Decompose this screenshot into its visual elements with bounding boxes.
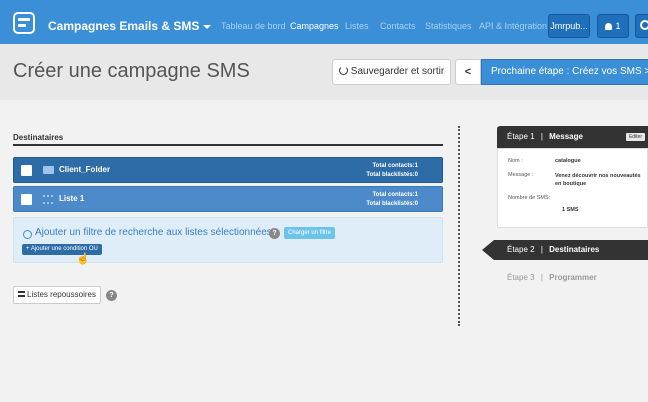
step-2-number: Étape 2 xyxy=(507,245,535,254)
search-icon xyxy=(23,230,32,239)
section-divider xyxy=(13,144,443,146)
edit-step-button[interactable]: Editer xyxy=(625,133,645,141)
field-label: Nombre de SMS: xyxy=(508,195,551,201)
next-step-button[interactable]: Prochaine étape : Créez vos SMS > xyxy=(481,59,648,85)
nav-contacts[interactable]: Contacts xyxy=(380,21,416,31)
list-checkbox[interactable] xyxy=(21,194,32,205)
hand-cursor-icon: ☝ xyxy=(76,253,90,265)
help-icon[interactable]: ? xyxy=(269,228,280,239)
load-filter-button[interactable]: Charger un filtre xyxy=(284,227,336,239)
blacklist-lists-label: Listes repoussoires xyxy=(27,290,96,299)
total-blacklisted: Total blacklistés:0 xyxy=(366,172,418,178)
list-name: Client_Folder xyxy=(59,165,111,174)
notifications-button[interactable]: 1 xyxy=(597,14,629,38)
total-contacts: Total contacts:1 xyxy=(372,192,418,198)
step-3-pending: Étape 3 | Programmer xyxy=(507,273,597,282)
nav-api-integration[interactable]: API & Intégration xyxy=(479,21,547,31)
gear-icon xyxy=(640,20,648,30)
list-row-client-folder[interactable]: Client_Folder Total contacts:1 Total bla… xyxy=(13,157,443,183)
settings-button[interactable] xyxy=(635,14,648,38)
step-1-name: Message xyxy=(549,132,583,141)
field-value: 1 SMS xyxy=(562,207,579,213)
field-value: catalogue xyxy=(555,158,581,164)
step-2-current[interactable]: Étape 2 | Destinataires xyxy=(482,240,648,260)
section-title: Destinataires xyxy=(13,133,64,142)
step-separator: | xyxy=(540,273,543,282)
field-label: Nom : xyxy=(508,158,523,164)
nav-campagnes[interactable]: Campagnes xyxy=(290,21,339,31)
page-title: Créer une campagne SMS xyxy=(13,60,250,82)
folder-icon xyxy=(43,166,54,174)
step-1-number: Étape 1 xyxy=(507,132,535,141)
list-icon xyxy=(43,195,53,204)
step-1-summary: Nom : catalogue Message : Venez découvri… xyxy=(497,148,648,228)
user-menu-button[interactable]: Jmrpub... xyxy=(548,14,590,38)
step-3-name: Programmer xyxy=(549,273,597,282)
brand-label: Campagnes Emails & SMS xyxy=(48,19,200,33)
total-contacts: Total contacts:1 xyxy=(372,163,418,169)
save-label: Sauvegarder et sortir xyxy=(350,66,445,77)
total-blacklisted: Total blacklistés:0 xyxy=(366,201,418,207)
nav-listes[interactable]: Listes xyxy=(345,21,369,31)
filter-panel: Ajouter un filtre de recherche aux liste… xyxy=(13,217,443,265)
bell-icon xyxy=(605,23,613,30)
field-value: Venez découvrir nos nouveautés en boutiq… xyxy=(555,173,641,187)
app-logo-icon[interactable] xyxy=(13,12,35,34)
notif-count: 1 xyxy=(615,21,621,31)
step-1-header: Étape 1 | Message Editer xyxy=(497,126,648,148)
nav-statistiques[interactable]: Statistiques xyxy=(425,21,472,31)
list-lines-icon xyxy=(18,291,26,297)
chevron-down-icon xyxy=(203,24,212,29)
step-2-name: Destinataires xyxy=(549,245,600,254)
nav-tableau-de-bord[interactable]: Tableau de bord xyxy=(221,21,286,31)
step-3-number: Étape 3 xyxy=(507,273,535,282)
save-and-exit-button[interactable]: Sauvegarder et sortir xyxy=(332,59,451,85)
power-icon xyxy=(338,66,348,75)
list-row-liste-1[interactable]: Liste 1 Total contacts:1 Total blacklist… xyxy=(13,186,443,212)
list-name: Liste 1 xyxy=(59,194,85,203)
previous-step-button[interactable]: < xyxy=(455,59,481,85)
list-checkbox[interactable] xyxy=(21,165,32,176)
step-separator: | xyxy=(540,132,543,141)
help-icon[interactable]: ? xyxy=(106,290,117,301)
blacklist-lists-button[interactable]: Listes repoussoires xyxy=(13,286,101,304)
brand-menu[interactable]: Campagnes Emails & SMS xyxy=(48,19,212,33)
step-separator: | xyxy=(540,245,543,254)
add-filter-link[interactable]: Ajouter un filtre de recherche aux liste… xyxy=(35,227,272,238)
dotted-separator xyxy=(458,126,460,326)
field-label: Message : xyxy=(508,172,534,178)
